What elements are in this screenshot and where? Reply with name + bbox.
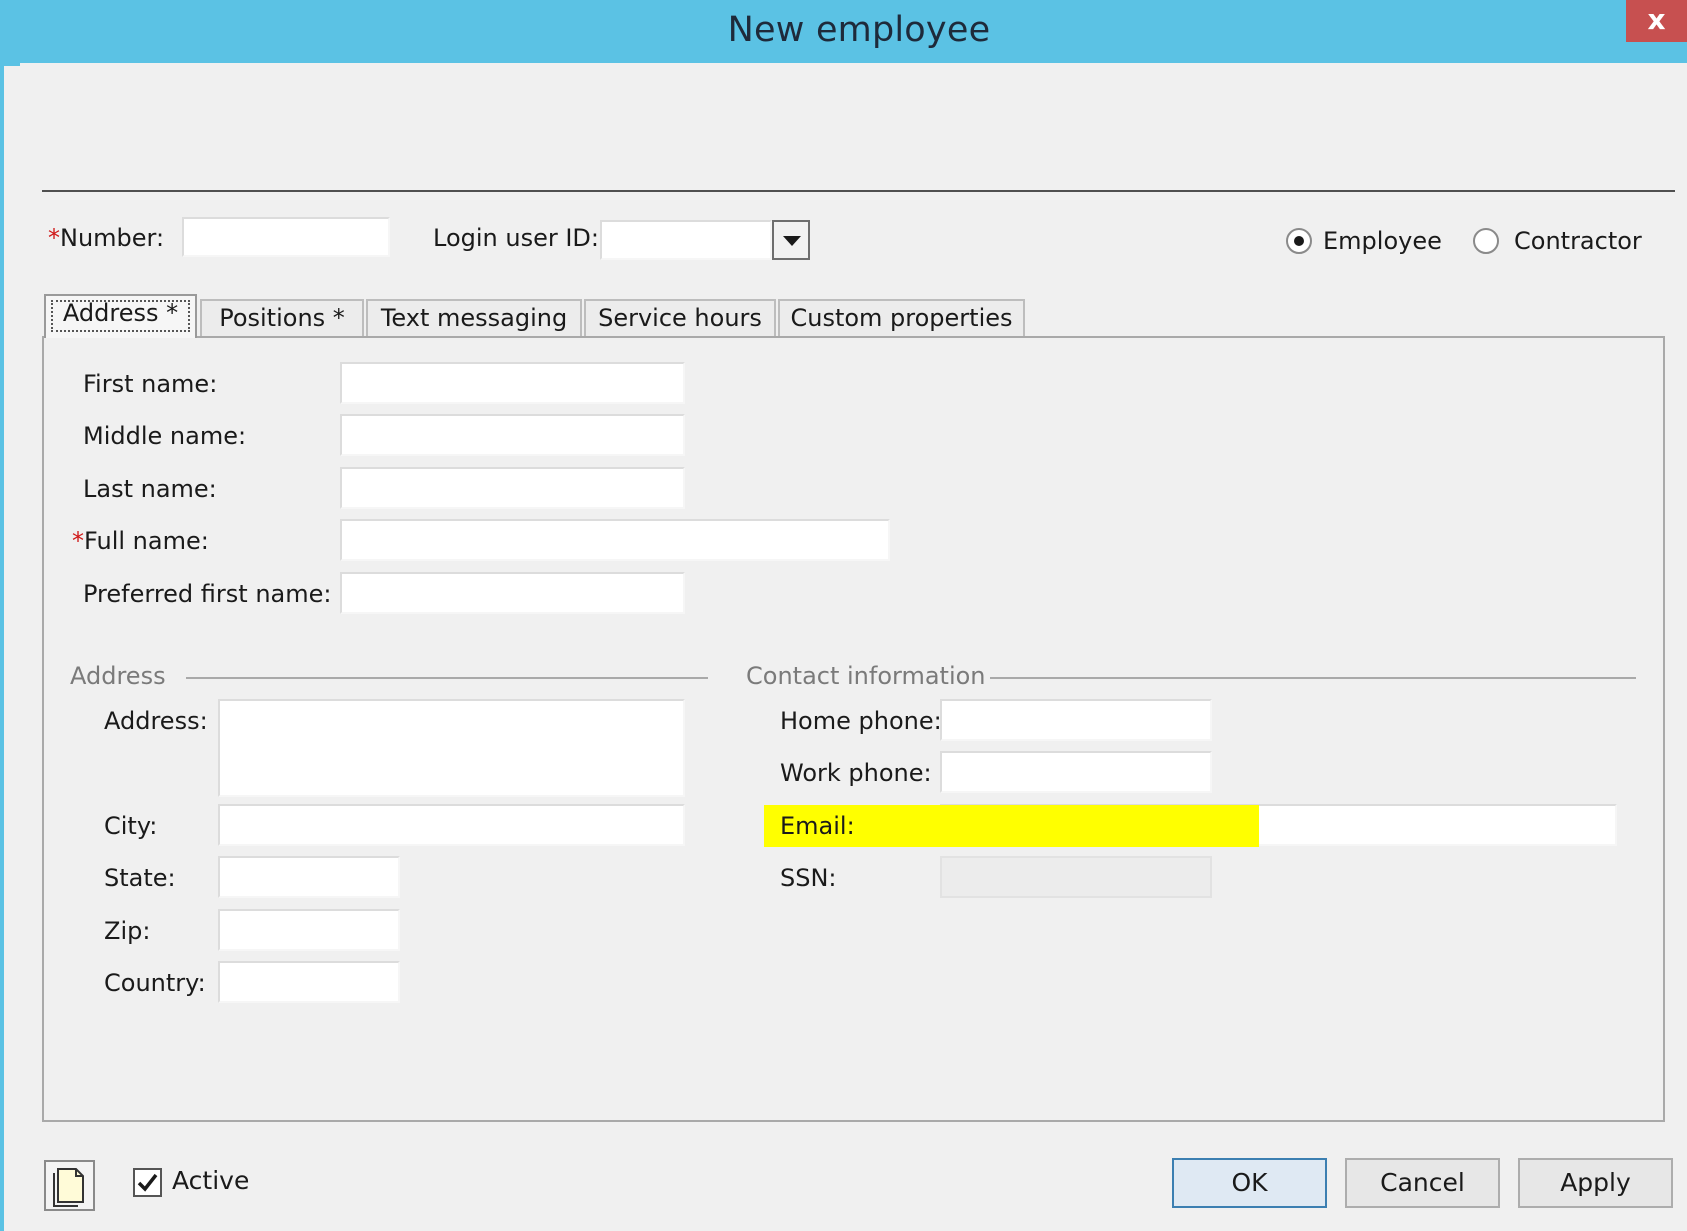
work-phone-label: Work phone: — [780, 759, 932, 787]
document-icon — [53, 1168, 84, 1207]
preferred-first-name-input[interactable] — [340, 572, 685, 614]
ssn-input[interactable] — [940, 856, 1212, 898]
address-textarea[interactable] — [218, 699, 685, 797]
header-separator — [42, 190, 1675, 192]
first-name-label: First name: — [83, 370, 218, 398]
number-label: *Number: — [48, 224, 165, 252]
close-button[interactable]: x — [1626, 0, 1687, 42]
full-name-input[interactable] — [340, 519, 890, 561]
contact-group-title: Contact information — [746, 662, 990, 690]
required-mark: * — [48, 224, 60, 252]
last-name-input[interactable] — [340, 467, 685, 509]
employee-radio-label[interactable]: Employee — [1323, 227, 1442, 255]
radio-selected-dot — [1294, 236, 1304, 246]
preferred-first-name-label: Preferred first name: — [83, 580, 332, 608]
contractor-radio-label[interactable]: Contractor — [1514, 227, 1642, 255]
required-mark: * — [72, 527, 84, 555]
number-input[interactable] — [182, 217, 390, 257]
address-group-title: Address — [70, 662, 170, 690]
country-input[interactable] — [218, 961, 400, 1003]
window-title: New employee — [727, 10, 991, 50]
city-label: City: — [104, 812, 158, 840]
tab-service-hours[interactable]: Service hours — [584, 299, 776, 337]
login-user-id-dropdown-button[interactable] — [772, 220, 810, 260]
home-phone-input[interactable] — [940, 699, 1212, 741]
first-name-input[interactable] — [340, 362, 685, 404]
zip-label: Zip: — [104, 917, 151, 945]
country-label: Country: — [104, 969, 206, 997]
address-label: Address: — [104, 707, 208, 735]
zip-input[interactable] — [218, 909, 400, 951]
contractor-radio[interactable] — [1473, 228, 1499, 254]
ok-button[interactable]: OK — [1172, 1158, 1327, 1208]
state-label: State: — [104, 864, 176, 892]
active-checkbox[interactable] — [133, 1168, 162, 1197]
ssn-label: SSN: — [780, 864, 837, 892]
email-label: Email: — [780, 812, 855, 840]
work-phone-input[interactable] — [940, 751, 1212, 793]
chevron-down-icon — [783, 236, 801, 246]
active-label[interactable]: Active — [172, 1166, 249, 1195]
tab-custom-properties[interactable]: Custom properties — [778, 299, 1025, 337]
state-input[interactable] — [218, 856, 400, 898]
document-button[interactable] — [44, 1160, 95, 1211]
full-name-label: *Full name: — [72, 527, 209, 555]
tab-focus-rect — [51, 300, 190, 332]
login-user-id-input[interactable] — [600, 220, 772, 260]
close-icon: x — [1647, 3, 1666, 36]
tab-text-messaging[interactable]: Text messaging — [366, 299, 582, 337]
home-phone-label: Home phone: — [780, 707, 942, 735]
apply-button[interactable]: Apply — [1518, 1158, 1673, 1208]
employee-radio[interactable] — [1286, 228, 1312, 254]
contact-group-line — [988, 677, 1636, 679]
tab-address[interactable]: Address * — [44, 294, 197, 338]
city-input[interactable] — [218, 804, 685, 846]
login-user-id-label: Login user ID: — [433, 224, 599, 252]
middle-name-input[interactable] — [340, 414, 685, 456]
window-frame-inner — [4, 66, 20, 1231]
middle-name-label: Middle name: — [83, 422, 247, 450]
tab-positions[interactable]: Positions * — [200, 299, 364, 337]
cancel-button[interactable]: Cancel — [1345, 1158, 1500, 1208]
last-name-label: Last name: — [83, 475, 217, 503]
checkmark-icon — [137, 1173, 158, 1192]
address-group-line — [186, 677, 708, 679]
